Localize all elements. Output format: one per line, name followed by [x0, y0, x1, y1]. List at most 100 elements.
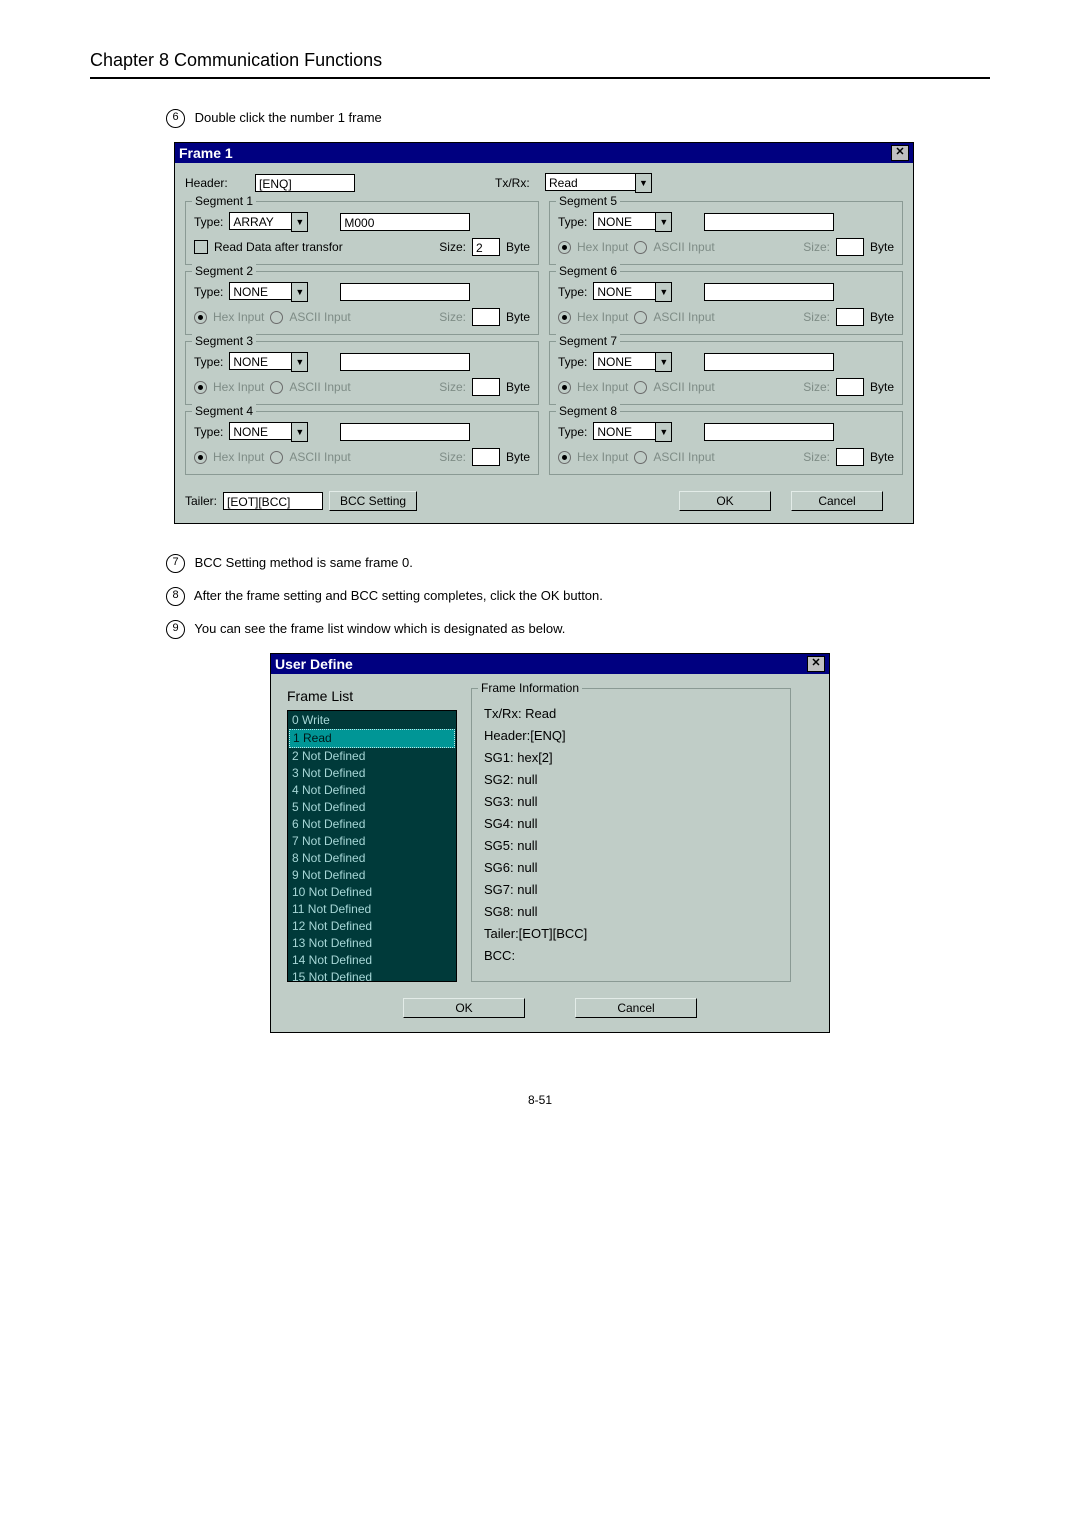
list-item[interactable]: 13 Not Defined — [289, 935, 455, 952]
list-item[interactable]: 11 Not Defined — [289, 901, 455, 918]
ascii-label: ASCII Input — [289, 310, 350, 324]
hex-radio[interactable] — [194, 311, 207, 324]
segment-value-input[interactable] — [340, 353, 470, 371]
list-item[interactable]: 12 Not Defined — [289, 918, 455, 935]
list-item[interactable]: 1 Read — [289, 729, 455, 748]
segment-value-input[interactable] — [704, 353, 834, 371]
type-select[interactable]: NONE▼ — [593, 212, 672, 232]
type-value: NONE — [229, 282, 291, 300]
type-select[interactable]: NONE▼ — [229, 422, 308, 442]
list-item[interactable]: 6 Not Defined — [289, 816, 455, 833]
info-line: Tx/Rx: Read — [484, 703, 778, 725]
list-item[interactable]: 10 Not Defined — [289, 884, 455, 901]
ascii-radio[interactable] — [270, 311, 283, 324]
hex-radio[interactable] — [558, 381, 571, 394]
type-select[interactable]: ARRAY▼ — [229, 212, 308, 232]
segment-value-input[interactable] — [340, 423, 470, 441]
header-label: Header: — [185, 176, 255, 190]
tailer-input[interactable]: [EOT][BCC] — [223, 492, 323, 510]
txrx-select[interactable]: Read ▼ — [545, 173, 652, 193]
size-input[interactable] — [472, 378, 500, 396]
ascii-radio[interactable] — [634, 311, 647, 324]
chevron-down-icon[interactable]: ▼ — [291, 212, 308, 232]
list-item[interactable]: 8 Not Defined — [289, 850, 455, 867]
header-input[interactable]: [ENQ] — [255, 174, 355, 192]
size-input[interactable] — [472, 308, 500, 326]
type-value: NONE — [593, 282, 655, 300]
hex-radio[interactable] — [194, 451, 207, 464]
read-data-checkbox[interactable] — [194, 240, 208, 254]
hex-label: Hex Input — [213, 310, 264, 324]
ascii-radio[interactable] — [634, 451, 647, 464]
type-select[interactable]: NONE▼ — [229, 282, 308, 302]
list-item[interactable]: 0 Write — [289, 712, 455, 729]
size-input[interactable] — [836, 448, 864, 466]
segment-value-input[interactable]: M000 — [340, 213, 470, 231]
close-icon[interactable]: ✕ — [891, 145, 909, 161]
divider — [90, 77, 990, 79]
ascii-radio[interactable] — [634, 241, 647, 254]
type-label: Type: — [194, 285, 223, 299]
ascii-radio[interactable] — [270, 381, 283, 394]
segment-title: Segment 7 — [556, 334, 620, 348]
chevron-down-icon[interactable]: ▼ — [655, 212, 672, 232]
chevron-down-icon[interactable]: ▼ — [291, 352, 308, 372]
cancel-button[interactable]: Cancel — [791, 491, 883, 511]
chevron-down-icon[interactable]: ▼ — [655, 282, 672, 302]
tailer-label: Tailer: — [185, 494, 217, 508]
frame-info-label: Frame Information — [478, 681, 582, 695]
type-select[interactable]: NONE▼ — [229, 352, 308, 372]
hex-label: Hex Input — [577, 240, 628, 254]
close-icon[interactable]: ✕ — [807, 656, 825, 672]
size-input[interactable] — [472, 448, 500, 466]
cancel-button[interactable]: Cancel — [575, 998, 697, 1018]
hex-radio[interactable] — [558, 311, 571, 324]
segment-value-input[interactable] — [340, 283, 470, 301]
size-input[interactable] — [836, 378, 864, 396]
list-item[interactable]: 3 Not Defined — [289, 765, 455, 782]
chevron-down-icon[interactable]: ▼ — [655, 352, 672, 372]
hex-label: Hex Input — [213, 450, 264, 464]
chevron-down-icon[interactable]: ▼ — [291, 282, 308, 302]
hex-radio[interactable] — [558, 241, 571, 254]
chevron-down-icon[interactable]: ▼ — [655, 422, 672, 442]
step-7: 7 BCC Setting method is same frame 0. — [166, 554, 990, 573]
bcc-setting-button[interactable]: BCC Setting — [329, 491, 417, 511]
size-input[interactable]: 2 — [472, 238, 500, 256]
type-label: Type: — [558, 425, 587, 439]
ascii-radio[interactable] — [270, 451, 283, 464]
size-input[interactable] — [836, 238, 864, 256]
type-select[interactable]: NONE▼ — [593, 282, 672, 302]
ok-button[interactable]: OK — [403, 998, 525, 1018]
list-item[interactable]: 5 Not Defined — [289, 799, 455, 816]
list-item[interactable]: 2 Not Defined — [289, 748, 455, 765]
read-data-label: Read Data after transfor — [214, 240, 343, 254]
segment-title: Segment 6 — [556, 264, 620, 278]
list-item[interactable]: 7 Not Defined — [289, 833, 455, 850]
info-line: SG1: hex[2] — [484, 747, 778, 769]
size-input[interactable] — [836, 308, 864, 326]
chevron-down-icon[interactable]: ▼ — [291, 422, 308, 442]
list-item[interactable]: 15 Not Defined — [289, 969, 455, 982]
segment-value-input[interactable] — [704, 423, 834, 441]
type-label: Type: — [194, 355, 223, 369]
chevron-down-icon[interactable]: ▼ — [635, 173, 652, 193]
frame-listbox[interactable]: 0 Write1 Read2 Not Defined3 Not Defined4… — [287, 710, 457, 982]
list-item[interactable]: 14 Not Defined — [289, 952, 455, 969]
type-select[interactable]: NONE▼ — [593, 422, 672, 442]
list-item[interactable]: 9 Not Defined — [289, 867, 455, 884]
unit-label: Byte — [870, 450, 894, 464]
ascii-radio[interactable] — [634, 381, 647, 394]
hex-radio[interactable] — [194, 381, 207, 394]
type-select[interactable]: NONE▼ — [593, 352, 672, 372]
type-value: NONE — [593, 422, 655, 440]
ascii-label: ASCII Input — [653, 310, 714, 324]
segment-value-input[interactable] — [704, 283, 834, 301]
segment-value-input[interactable] — [704, 213, 834, 231]
list-item[interactable]: 4 Not Defined — [289, 782, 455, 799]
hex-radio[interactable] — [558, 451, 571, 464]
info-line: BCC: — [484, 945, 778, 967]
ok-button[interactable]: OK — [679, 491, 771, 511]
size-label: Size: — [439, 380, 466, 394]
step-6-text: Double click the number 1 frame — [195, 110, 382, 125]
